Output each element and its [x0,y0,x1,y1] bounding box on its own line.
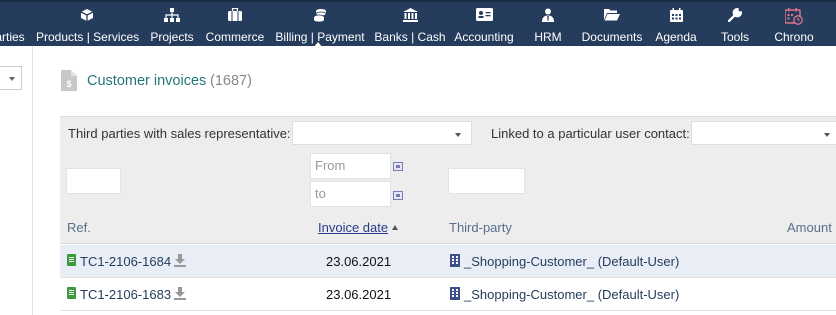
nav-hrm[interactable]: HRM [528,8,568,48]
nav-agenda[interactable]: Agenda [652,8,700,48]
active-menu-indicator [313,42,323,48]
nav-projects[interactable]: Projects [146,8,198,48]
sales-rep-filter-label: Third parties with sales representative: [68,126,291,141]
svg-text:$: $ [66,79,71,89]
bank-icon [373,8,447,25]
invoice-ref-link[interactable]: TC1-2106-1683 [80,287,171,302]
left-sidebar [0,46,33,315]
search-filter-row: From to [60,149,836,210]
third-parties-icon [0,8,28,25]
calendar-icon[interactable] [393,191,403,200]
date-from-input[interactable]: From [310,153,391,179]
column-header-third-party[interactable]: Third-party [449,220,512,235]
user-tie-icon [528,8,568,25]
nav-tools[interactable]: Tools [713,8,757,48]
third-party-link[interactable]: _Shopping-Customer_ (Default-User) [464,287,679,302]
invoice-icon [67,254,76,266]
chevron-down-icon [824,133,830,137]
column-header-amount[interactable]: Amount [787,220,832,235]
third-party-link[interactable]: _Shopping-Customer_ (Default-User) [464,254,679,269]
date-from-placeholder: From [315,158,346,173]
user-contact-select[interactable] [691,121,836,145]
nav-documents[interactable]: Documents [578,8,646,48]
company-icon [450,287,460,300]
invoice-icon [67,287,76,299]
invoice-date-header-label: Invoice date [318,220,389,235]
chevron-down-icon [9,77,15,81]
chevron-down-icon [455,133,461,137]
nav-products-services[interactable]: Products | Services [36,8,139,48]
sidebar-dropdown[interactable] [0,66,22,90]
invoice-title-icon: $ [61,70,77,94]
calendar-icon [652,8,700,25]
invoice-date: 23.06.2021 [326,254,392,269]
nav-commerce[interactable]: Commerce [204,8,266,48]
download-icon[interactable] [174,287,186,300]
column-header-ref[interactable]: Ref. [67,220,91,235]
date-to-input[interactable]: to [310,181,391,207]
table-row[interactable]: TC1-2106-1683 23.06.2021 _Shopping-Custo… [60,278,836,311]
nav-banks-cash[interactable]: Banks | Cash [373,8,447,48]
user-contact-filter-label: Linked to a particular user contact: [491,126,690,141]
sales-rep-select[interactable] [292,121,472,145]
wrench-icon [713,8,757,25]
search-ref-input[interactable] [66,168,121,194]
download-icon[interactable] [174,254,186,267]
nav-chrono[interactable]: Chrono [770,8,818,48]
page-title: Customer invoices [87,73,207,89]
column-header-invoice-date[interactable]: Invoice date [318,220,399,235]
folder-open-icon [578,8,646,25]
nav-accounting[interactable]: Accounting [453,8,515,48]
company-icon [450,254,460,267]
suitcase-icon [204,8,266,25]
invoice-date: 23.06.2021 [326,287,392,302]
sort-ascending-icon [392,225,399,230]
record-count: (1687) [210,73,252,89]
table-row[interactable]: TC1-2106-1684 23.06.2021 _Shopping-Custo… [60,245,836,278]
top-menu-bar: arties Products | Services Projects Comm… [0,0,836,48]
filter-bar: Third parties with sales representative:… [60,116,836,149]
invoice-ref-link[interactable]: TC1-2106-1684 [80,254,171,269]
sitemap-icon [146,8,198,25]
coins-icon [273,8,367,25]
id-card-icon [453,8,515,25]
cube-icon [36,8,138,25]
date-to-placeholder: to [315,186,326,201]
table-header-row: Ref. Invoice date Third-party Amount [60,210,836,244]
search-third-party-input[interactable] [448,168,525,194]
calendar-clock-icon [770,8,818,25]
calendar-icon[interactable] [393,162,403,171]
nav-third-parties[interactable]: arties [0,8,28,48]
